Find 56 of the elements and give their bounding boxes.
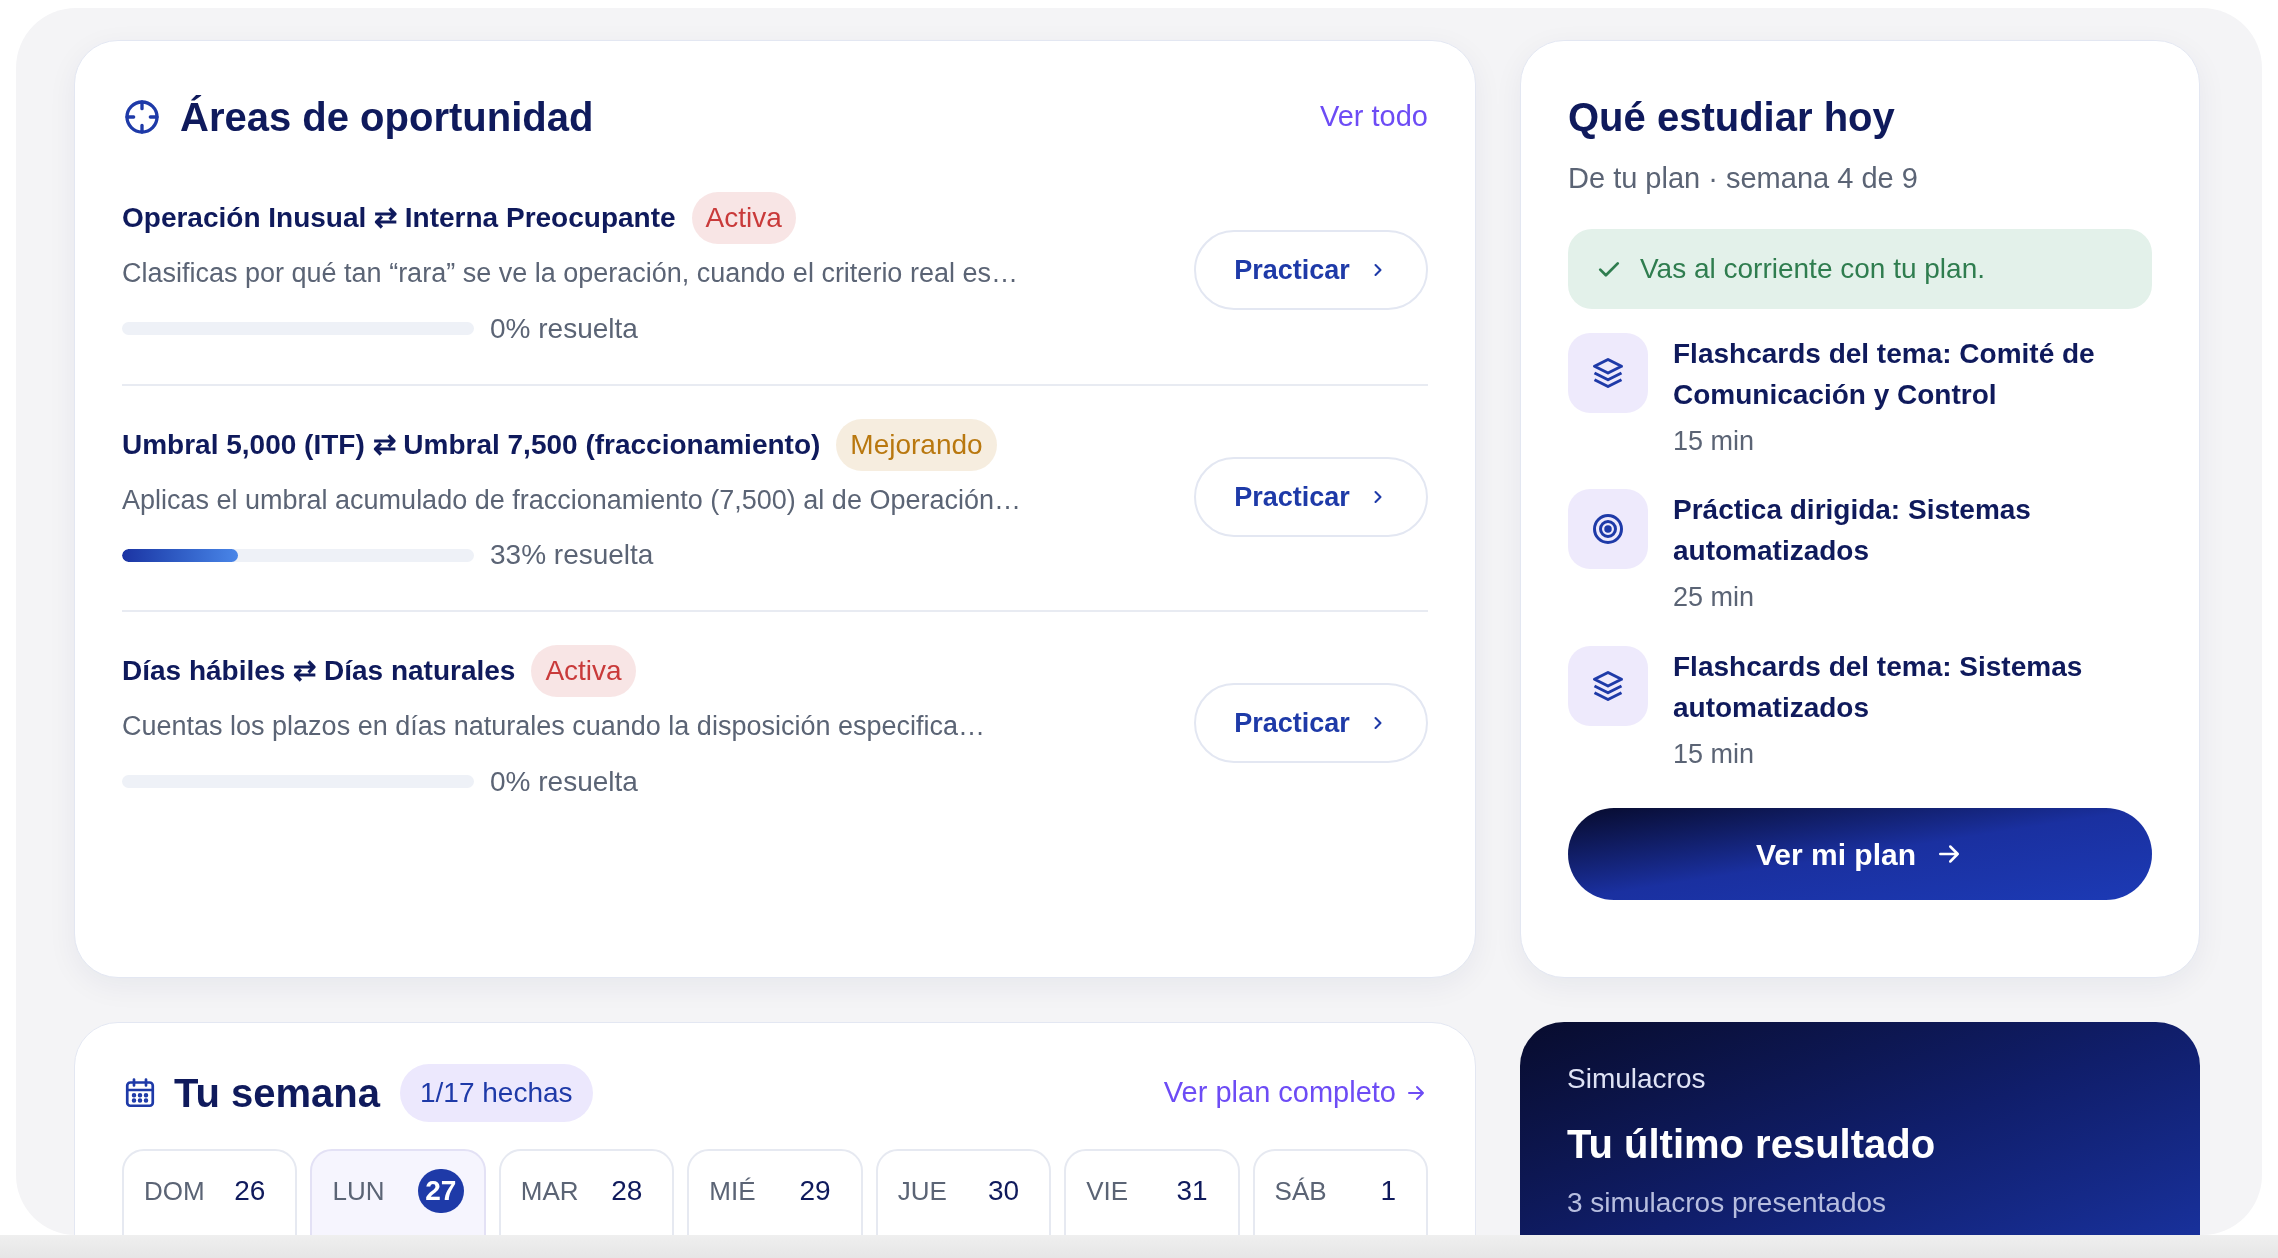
status-badge: Mejorando	[836, 418, 997, 471]
crosshair-icon	[122, 97, 162, 137]
section-title: Áreas de oportunidad	[180, 94, 594, 141]
day-date: 28	[611, 1174, 644, 1208]
status-badge: Activa	[691, 192, 796, 244]
practice-button[interactable]: Practicar	[1194, 230, 1428, 311]
day-date: 31	[1176, 1174, 1209, 1208]
item-duration: 25 min	[1673, 581, 1756, 614]
card-subtitle: De tu plan · semana 4 de 9	[1568, 161, 1919, 196]
day-tab[interactable]: DOM 26	[122, 1149, 298, 1235]
day-name: SÁB	[1274, 1175, 1327, 1208]
day-tab[interactable]: VIE 31	[1064, 1149, 1240, 1235]
card-label: Simulacros	[1567, 1062, 1707, 1096]
day-name: JUE	[897, 1175, 947, 1208]
topic-description: Aplicas el umbral acumulado de fraccionamiento (7,500) al de Operación…	[122, 483, 1021, 517]
day-tab[interactable]: MIÉ 29	[687, 1149, 863, 1235]
section-title: Tu semana	[174, 1070, 380, 1117]
topic-title: Días hábiles ⇄ Días naturales	[122, 654, 516, 688]
card-subtitle: 3 simulacros presentados	[1567, 1186, 1888, 1220]
progress-label: 33% resuelta	[490, 538, 654, 572]
item-title: Flashcards del tema: Sistemas automatizados	[1673, 649, 2084, 725]
day-tab[interactable]: LUN 27	[310, 1149, 486, 1235]
day-name: MIÉ	[709, 1175, 756, 1208]
status-text: Vas al corriente con tu plan.	[1640, 251, 1985, 286]
item-title: Flashcards del tema: Comité de Comunicación y Control	[1673, 336, 2096, 412]
day-tab[interactable]: MAR 28	[498, 1149, 675, 1235]
day-name: VIE	[1086, 1175, 1129, 1208]
topic-description: Clasificas por qué tan “rara” se ve la operación, cuando el criterio real es…	[122, 257, 1018, 290]
topic-title: Umbral 5,000 (ITF) ⇄ Umbral 7,500 (fraccionamiento)	[122, 427, 821, 462]
day-date: 30	[988, 1174, 1021, 1208]
day-date: 26	[234, 1174, 267, 1208]
view-plan-button[interactable]: Ver mi plan	[1568, 808, 2152, 900]
day-name: DOM	[144, 1175, 205, 1208]
day-tab[interactable]: JUE 30	[875, 1149, 1052, 1235]
done-count-badge: 1/17 hechas	[400, 1064, 593, 1122]
see-all-link[interactable]: Ver todo	[1319, 95, 1428, 139]
day-tab[interactable]: SÁB 1	[1252, 1149, 1428, 1235]
day-date: 1	[1380, 1174, 1397, 1208]
item-duration: 15 min	[1673, 424, 1756, 458]
card-title: Qué estudiar hoy	[1568, 94, 1896, 141]
practice-button[interactable]: Practicar	[1194, 456, 1428, 537]
day-date: 27	[417, 1169, 464, 1213]
day-name: LUN	[332, 1175, 385, 1208]
practice-button[interactable]: Practicar	[1194, 683, 1428, 764]
progress-label: 0% resuelta	[490, 764, 638, 799]
item-title: Práctica dirigida: Sistemas automatizados	[1673, 493, 2032, 568]
topic-description: Cuentas los plazos en días naturales cuando la disposición especifica…	[122, 710, 985, 743]
topic-title: Operación Inusual ⇄ Interna Preocupante	[122, 201, 676, 235]
item-duration: 15 min	[1673, 737, 1756, 771]
target-icon	[1590, 511, 1626, 547]
full-plan-link[interactable]: Ver plan completo	[1163, 1071, 1428, 1115]
card-title: Tu último resultado	[1567, 1121, 1937, 1168]
status-badge: Activa	[531, 645, 636, 697]
day-name: MAR	[520, 1175, 579, 1208]
progress-label: 0% resuelta	[490, 311, 638, 346]
day-date: 29	[799, 1174, 832, 1208]
